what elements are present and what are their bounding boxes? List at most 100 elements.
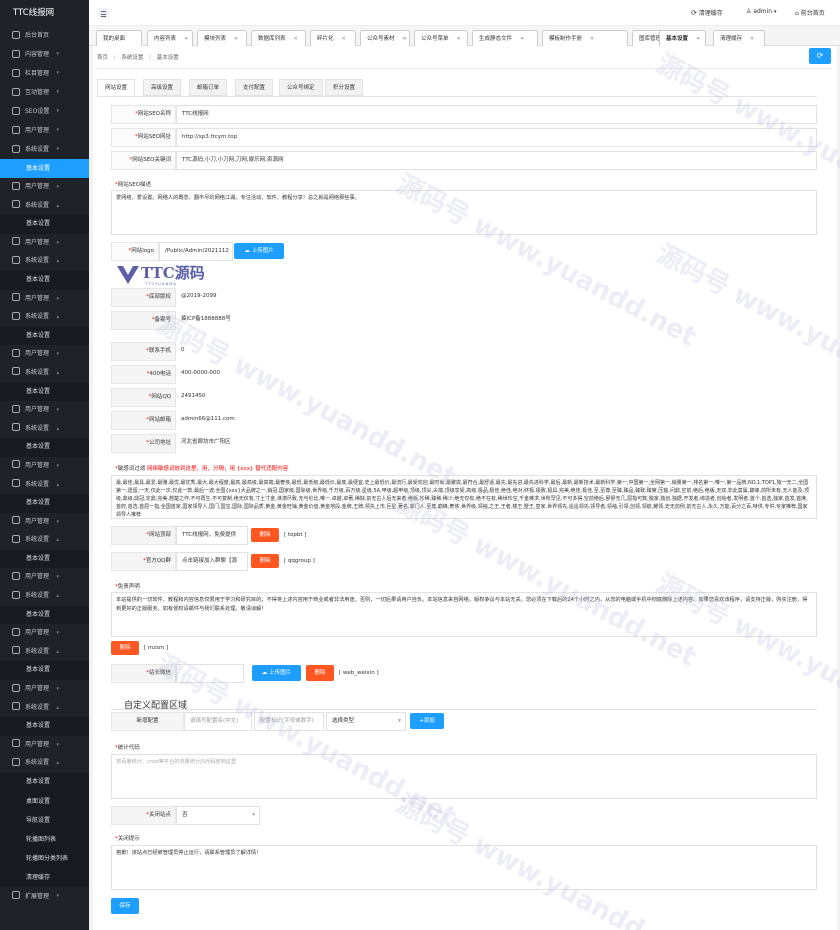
sidebar-item-users-repeat[interactable]: 用户管理 ▾ [0,513,89,532]
sidebar-sub-item[interactable]: 清理缓存 [0,867,89,887]
sidebar-sub-item[interactable]: 桌面设置 [0,791,89,811]
wechat-upload-button[interactable]: ☁ 上传图片 [252,665,301,681]
sidebar-sub-basic-repeat[interactable]: 基本设置 [0,270,89,290]
sidebar-sub-basic-repeat[interactable]: 基本设置 [0,215,89,234]
sidebar-sub-basic-repeat[interactable]: 基本设置 [0,549,89,569]
breadcrumb-home[interactable]: 首页 [97,55,108,61]
top-input[interactable]: TTC线报网，免费提供 [176,526,248,545]
sidebar-item-settings-repeat[interactable]: 系统设置 ▴ [0,476,89,495]
close-icon[interactable]: ✕ [342,36,346,42]
tel400-input[interactable]: 400-0000-000 [176,365,817,384]
subtab-3[interactable]: 支付配置 [235,79,274,96]
breadcrumb-level1[interactable]: 系统设置 [121,55,143,61]
disclaimer-textarea[interactable]: 本站提供的一切软件、教程和内容信息仅限用于学习和研究目的；不得将上述内容用于商业… [111,592,817,637]
qqgroup-input[interactable]: 点击链接加入群聊【源 [176,552,248,571]
tab-11[interactable]: 清理缓存 ✕ [713,30,765,46]
custom-type-select[interactable]: 选择类型 ▾ [326,712,406,731]
clear-cache-button[interactable]: ⟳ 清理缓存 [691,8,723,17]
sidebar-item-settings-repeat[interactable]: 系统设置 ▴ [0,587,89,606]
sidebar-sub-basic-repeat[interactable]: 基本设置 [0,382,89,402]
tab-2[interactable]: 模块列表 ✕ [197,30,247,46]
sidebar-item-settings-repeat[interactable]: 系统设置 ▴ [0,754,89,773]
sidebar-sub-basic-repeat[interactable]: 基本设置 [0,326,89,346]
close-icon[interactable]: ✕ [234,36,238,42]
sidebar-item-settings-repeat[interactable]: 系统设置 ▴ [0,420,89,439]
filter-textarea[interactable]: 最,最佳,最具,最爱,最赚,最优,最优秀,最大,最大程度,最高,最高级,最高端,… [111,475,817,519]
sidebar-item-expand[interactable]: 扩展管理 ▾ [0,887,89,906]
sidebar-item-settings-repeat[interactable]: 系统设置 ▴ [0,699,89,718]
sidebar-sub-basic-repeat[interactable]: 基本设置 [0,494,89,513]
top-delete-button[interactable]: 删除 [251,528,279,542]
sidebar-sub-basic-repeat[interactable]: 基本设置 [0,717,89,736]
menu-toggle-icon[interactable] [98,8,109,18]
close-icon[interactable]: ✕ [750,36,754,42]
sidebar-item-settings-repeat[interactable]: 系统设置 ▴ [0,643,89,662]
sidebar-item-0[interactable]: 后台首页 [0,26,89,45]
qq-input[interactable]: 2491450 [176,388,817,407]
sidebar-item-users-repeat[interactable]: 用户管理 ▾ [0,736,89,755]
site-desc-textarea[interactable]: 爱网络，爱设置。网络人的概念，翻不尽的网络江湖。专注活动、软件、教程分享！总之就… [111,190,817,235]
tab-8[interactable]: 模板制作手册 ✕ [542,30,628,46]
tab-5[interactable]: 公众号素材 ✕ [360,30,410,46]
disclaimer-delete-button[interactable]: 删除 [111,641,139,655]
logo-path-input[interactable]: /Public/Admin/2021112 [159,242,233,261]
copyright-input[interactable]: @2019-2099 [176,288,817,307]
tab-7[interactable]: 生成静态文件 ✕ [472,30,538,46]
sidebar-sub-basic-repeat[interactable]: 基本设置 [0,773,89,792]
sidebar-item-2[interactable]: 栏目管理 ▾ [0,64,89,83]
frontend-link[interactable]: ⌂ 前台首页 [795,8,825,17]
subtab-0[interactable]: 网站设置 [97,79,136,96]
sidebar-item-users-repeat[interactable]: 用户管理 ▾ [0,345,89,364]
sidebar-item-users-repeat[interactable]: 用户管理 ▾ [0,624,89,643]
sidebar-item-6[interactable]: 系统设置 ▾ [0,140,89,159]
sidebar-item-5[interactable]: 用户管理 ▾ [0,121,89,140]
sidebar-item-settings-repeat[interactable]: 系统设置 ▴ [0,308,89,327]
sidebar-sub-basic-repeat[interactable]: 基本设置 [0,661,89,681]
close-icon[interactable]: ✕ [457,36,461,42]
sidebar-item-users-repeat[interactable]: 用户管理 ▾ [0,290,89,309]
sidebar-sub-item[interactable]: 导航设置 [0,810,89,830]
close-icon[interactable]: ✕ [590,36,594,42]
close-tip-textarea[interactable]: 抱歉！该站点已经被管理员停止运行，请联系管理员了解详情！ [111,845,817,890]
subtab-2[interactable]: 邮箱订单 [189,79,228,96]
close-icon[interactable]: ✕ [184,36,188,42]
sidebar-item-settings-repeat[interactable]: 系统设置 ▴ [0,364,89,383]
site-keywords-input[interactable]: TTC源码,小刀,小刀网,刀网,娱乐网,资源网 [176,151,817,170]
user-menu[interactable]: ♙ admin ▾ [746,8,777,15]
sidebar-sub-item[interactable]: 轮播图列表 [0,829,89,849]
close-icon[interactable]: ✕ [696,36,700,42]
tab-1[interactable]: 内容列表 ✕ [147,30,193,46]
sidebar-item-users-repeat[interactable]: 用户管理 ▾ [0,457,89,476]
sidebar-item-settings-repeat[interactable]: 系统设置 ▴ [0,197,89,216]
sidebar-item-settings-repeat[interactable]: 系统设置 ▴ [0,531,89,550]
address-input[interactable]: 河北省廊坊市广阳区 [176,434,817,453]
sidebar-item-users-repeat[interactable]: 用户管理 ▾ [0,178,89,197]
close-icon[interactable]: ✕ [520,36,524,42]
close-icon[interactable]: ✕ [294,36,298,42]
sidebar-item-settings-repeat[interactable]: 系统设置 ▴ [0,252,89,271]
tab-6[interactable]: 公众号菜单 ✕ [414,30,468,46]
save-button[interactable]: 保存 [111,898,139,914]
sidebar-item-users-repeat[interactable]: 用户管理 ▾ [0,680,89,699]
custom-name-input[interactable]: 请填写配置名(中文) [184,712,252,731]
tab-4[interactable]: 碎片化 ✕ [310,30,356,46]
sidebar-item-users-repeat[interactable]: 用户管理 ▾ [0,401,89,420]
subtab-1[interactable]: 高级设置 [143,79,182,96]
refresh-button[interactable]: ⟳ [809,48,831,64]
sidebar-sub-basic-repeat[interactable]: 基本设置 [0,438,89,457]
qqgroup-delete-button[interactable]: 删除 [251,554,279,568]
logo-upload-button[interactable]: ☁ 上传图片 [234,243,284,259]
subtab-5[interactable]: 积分设置 [325,79,364,96]
site-name-input[interactable]: TTC线报网 [176,105,817,124]
site-url-input[interactable]: http://sp3.ttcym.top [176,128,817,147]
custom-key-input[interactable]: 配置标识(字母或数字) [254,712,324,731]
wechat-input[interactable] [176,664,244,683]
phone-input[interactable]: 0 [176,342,817,361]
tab-0[interactable]: 我的桌面 [96,30,142,46]
email-input[interactable]: admin66@111.com [176,411,817,430]
sidebar-sub-basic[interactable]: 基本设置 [0,159,89,178]
sidebar-sub-item[interactable]: 轮播图分类列表 [0,848,89,868]
tab-10[interactable]: 基本设置 ✕ [659,30,706,46]
custom-add-button[interactable]: +添加 [410,713,444,729]
tab-3[interactable]: 数据库列表 ✕ [251,30,306,46]
